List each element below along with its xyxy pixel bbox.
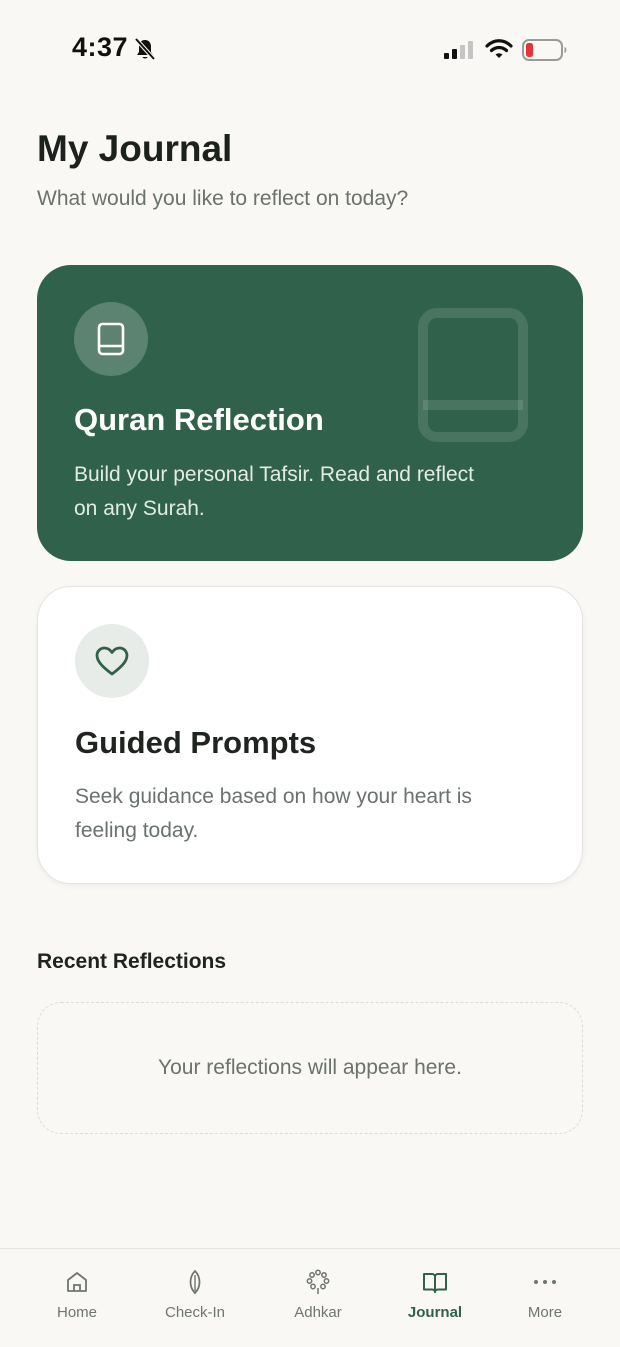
page-title: My Journal <box>37 128 233 169</box>
book-icon <box>97 322 125 356</box>
recent-reflections-title: Recent Reflections <box>37 950 227 973</box>
quran-card-icon-wrapper <box>74 302 148 376</box>
leaf-icon <box>189 1269 201 1295</box>
empty-state-text: Your reflections will appear here. <box>158 1056 462 1079</box>
quran-reflection-card[interactable]: Quran Reflection Build your personal Taf… <box>37 265 583 561</box>
open-book-icon <box>423 1273 447 1293</box>
tab-check-in-label: Check-In <box>164 1304 226 1321</box>
background-book-icon <box>418 308 528 442</box>
tab-check-in[interactable]: Check-In <box>135 1269 255 1329</box>
tab-adhkar-label: Adhkar <box>294 1304 342 1321</box>
tab-home[interactable]: Home <box>17 1269 137 1329</box>
tab-more[interactable]: More <box>485 1269 605 1329</box>
status-time: 4:37 <box>72 32 129 62</box>
wifi-icon <box>485 39 513 58</box>
recent-reflections-empty-state: Your reflections will appear here. <box>37 1002 583 1134</box>
heart-icon <box>95 646 129 676</box>
battery-low-icon <box>522 39 567 61</box>
guided-card-description: Seek guidance based on how your heart is… <box>75 785 472 842</box>
tab-home-label: Home <box>56 1304 97 1321</box>
guided-prompts-card[interactable]: Guided Prompts Seek guidance based on ho… <box>37 586 583 884</box>
journal-screen: 4:37 My Journal What would you like to r… <box>0 0 620 1347</box>
bottom-tab-bar: Home Check-In Adhkar Journal More <box>0 1248 620 1347</box>
more-icon <box>534 1280 556 1284</box>
prayer-beads-icon <box>306 1269 330 1294</box>
cellular-signal-icon <box>444 41 473 59</box>
guided-card-icon-wrapper <box>75 624 149 698</box>
tab-adhkar[interactable]: Adhkar <box>258 1269 378 1329</box>
page-subtitle: What would you like to reflect on today? <box>37 187 409 210</box>
quran-card-title: Quran Reflection <box>74 402 324 437</box>
status-bar: 4:37 <box>0 0 620 100</box>
quran-card-description: Build your personal Tafsir. Read and ref… <box>74 463 475 520</box>
tab-more-label: More <box>527 1304 563 1321</box>
tab-journal-label: Journal <box>407 1304 463 1321</box>
bell-muted-icon <box>134 37 156 61</box>
tab-journal[interactable]: Journal <box>375 1269 495 1329</box>
guided-card-title: Guided Prompts <box>75 725 317 760</box>
home-icon <box>67 1272 87 1292</box>
